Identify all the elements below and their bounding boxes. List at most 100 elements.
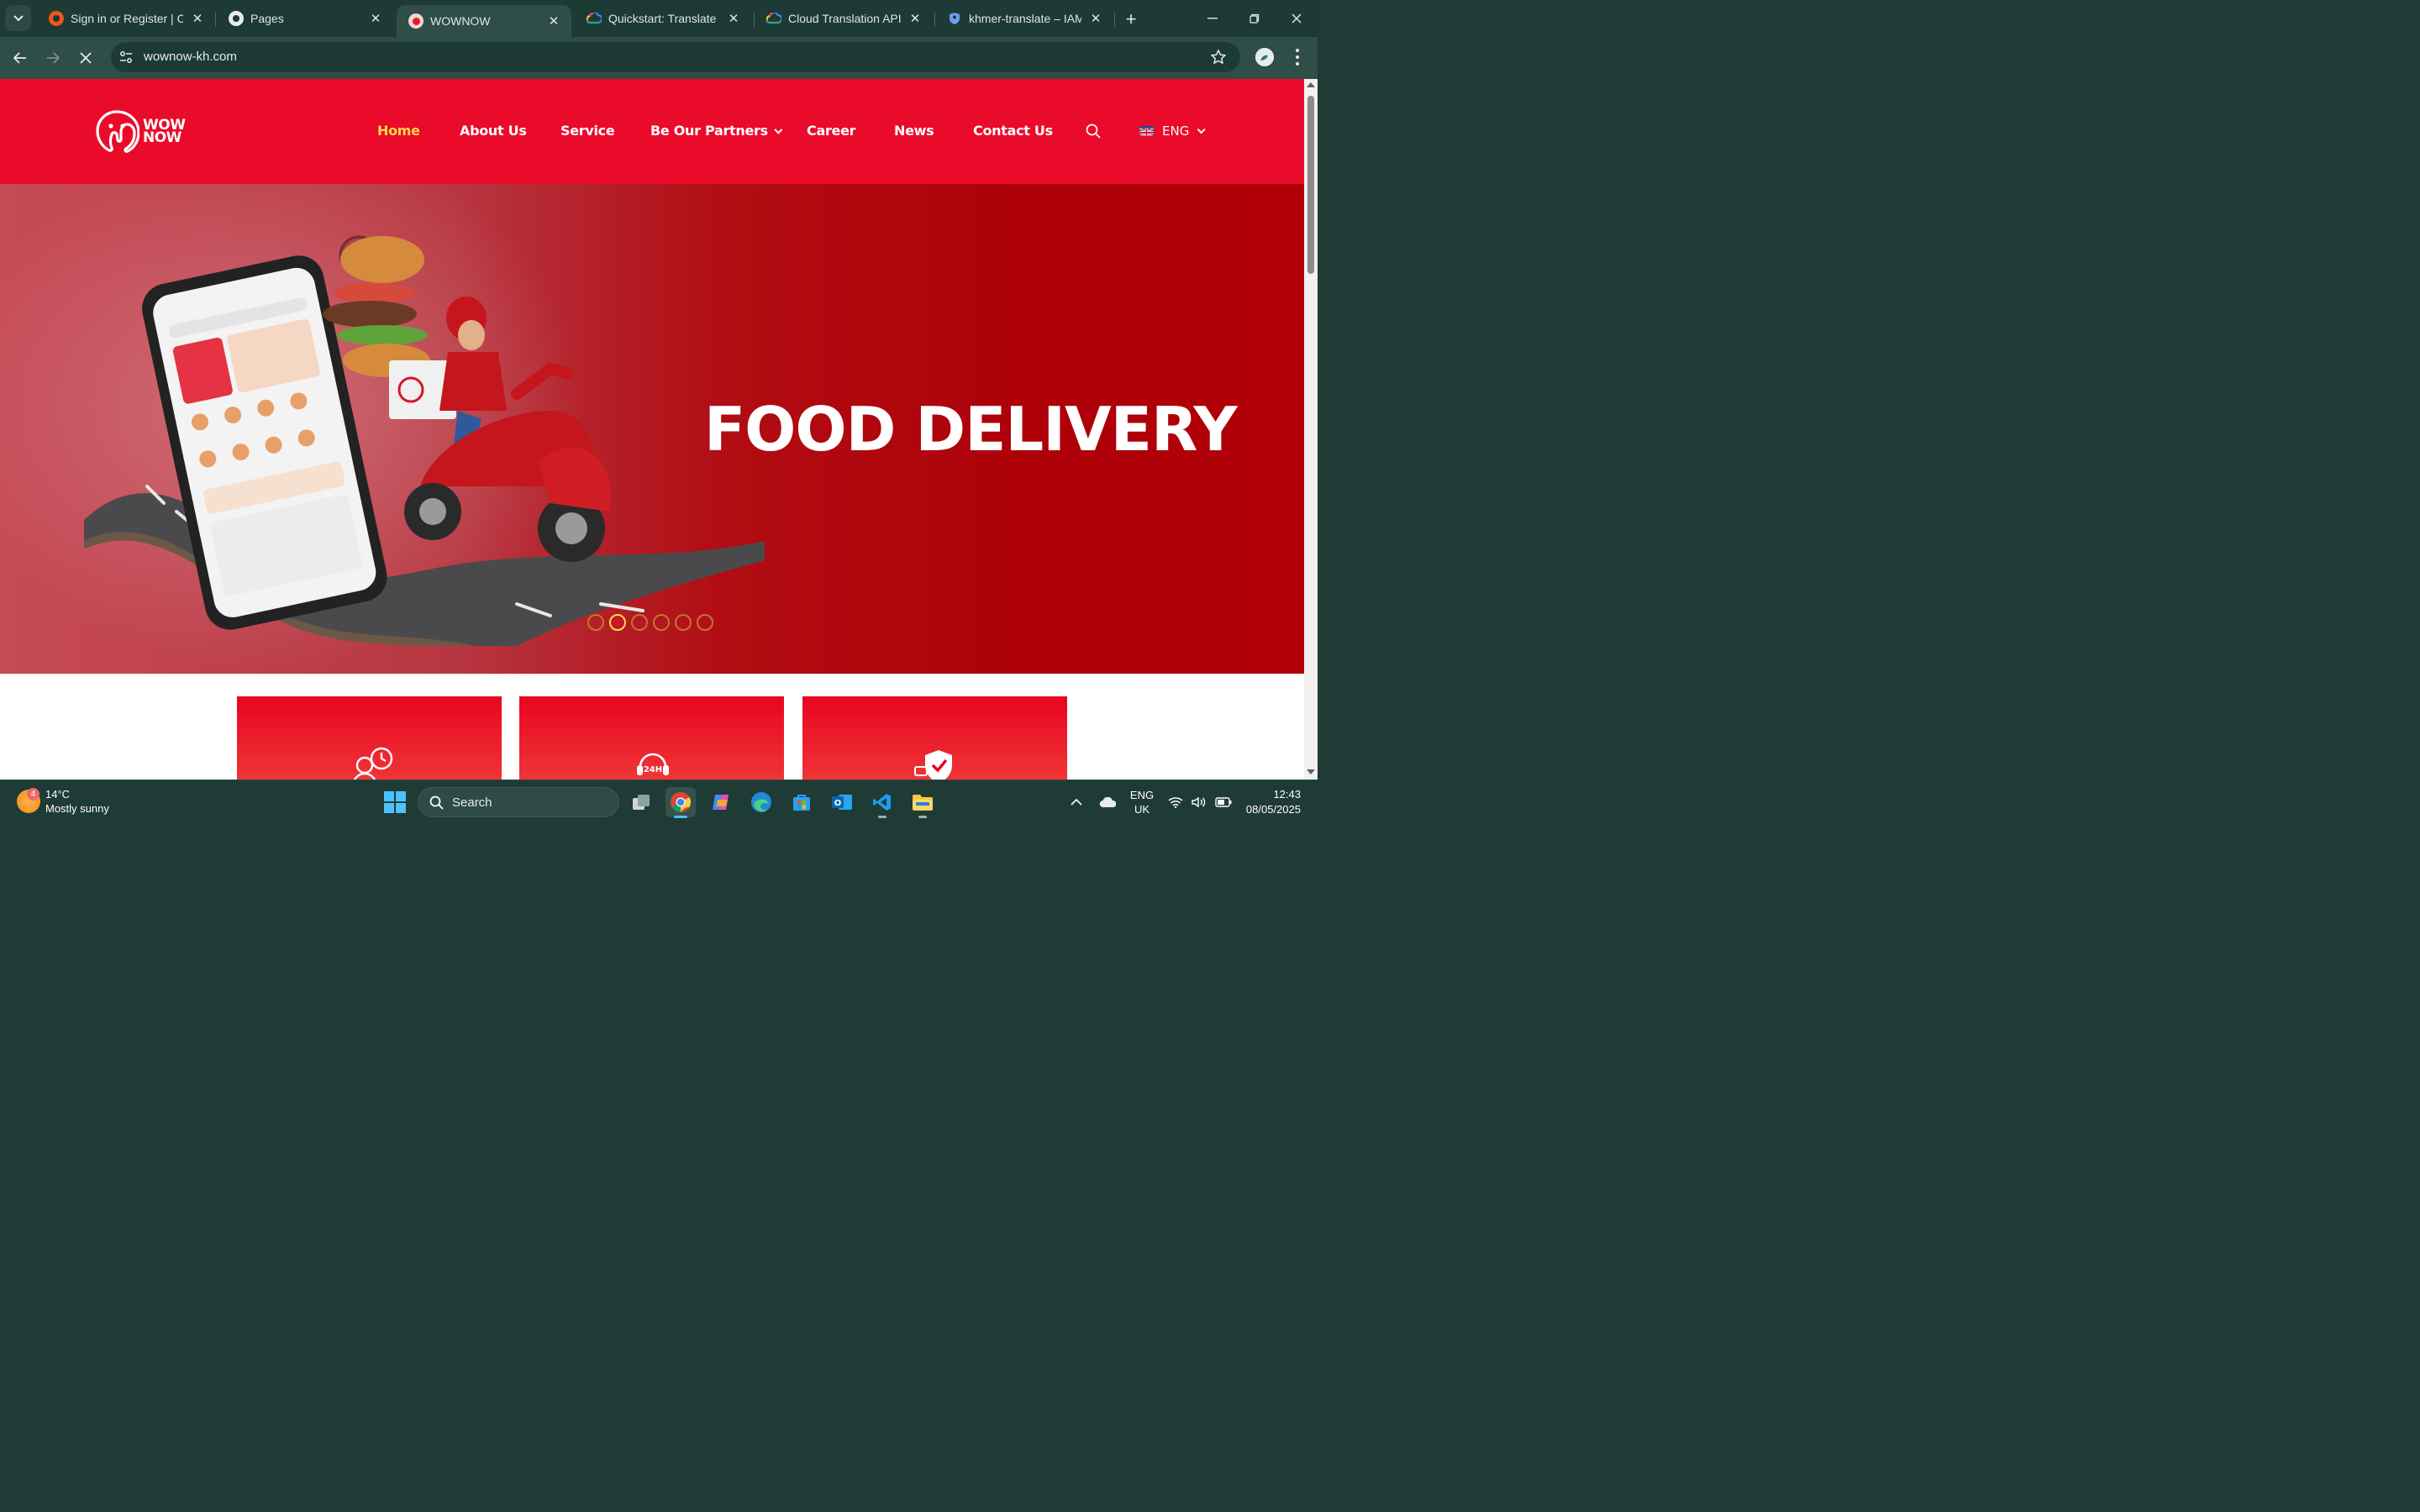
nav-home[interactable]: Home [377, 123, 420, 139]
nav-contact-us[interactable]: Contact Us [973, 123, 1053, 139]
scroll-down-arrow-icon[interactable] [1307, 769, 1315, 774]
close-tab-icon[interactable]: ✕ [908, 11, 923, 26]
vscode-icon [873, 794, 891, 811]
arrow-left-icon [13, 52, 26, 64]
google-cloud-icon [766, 11, 781, 26]
tab-khmer-translate-iam[interactable]: khmer-translate – IAM & ✕ [935, 5, 1113, 32]
taskbar-search[interactable]: Search [418, 787, 619, 817]
close-icon [1292, 13, 1302, 24]
delivery-person-clock-icon [353, 747, 393, 780]
edge-taskbar-app[interactable] [746, 787, 776, 817]
slider-dot[interactable] [675, 614, 692, 631]
system-tray-status[interactable] [1168, 780, 1232, 824]
close-tab-icon[interactable]: ✕ [726, 11, 741, 26]
nav-career[interactable]: Career [807, 123, 856, 139]
new-tab-button[interactable]: + [1121, 8, 1141, 30]
feature-card[interactable]: 24H [519, 696, 784, 780]
slider-dot[interactable] [653, 614, 670, 631]
taskbar-search-label: Search [452, 795, 492, 810]
browser-menu-button[interactable] [1289, 47, 1306, 67]
close-tab-icon[interactable]: ✕ [1088, 11, 1103, 26]
folder-icon [913, 795, 933, 811]
search-icon[interactable] [1086, 123, 1101, 139]
feature-card[interactable] [802, 696, 1067, 780]
stop-loading-button[interactable] [72, 45, 99, 71]
slider-dot[interactable] [587, 614, 604, 631]
feature-card[interactable] [237, 696, 502, 780]
nav-about-us[interactable]: About Us [460, 123, 527, 139]
vscode-taskbar-app[interactable] [867, 787, 897, 818]
support-24h-icon: 24H [637, 753, 669, 775]
page-scrollbar[interactable] [1304, 79, 1318, 780]
tab-strip: Sign in or Register | Coc ✕ Pages ✕ WOWN… [0, 0, 1318, 37]
input-language-bottom: UK [1134, 803, 1150, 816]
file-explorer-taskbar-app[interactable] [908, 787, 938, 818]
site-info-icon[interactable] [118, 49, 134, 66]
copilot-icon [713, 795, 729, 810]
slider-dot-active[interactable] [609, 614, 626, 631]
system-clock[interactable]: 12:43 08/05/2025 [1242, 787, 1301, 817]
wownow-logo[interactable]: WOW NOW [94, 109, 195, 155]
restore-button[interactable] [1235, 7, 1274, 30]
nav-be-our-partners-label: Be Our Partners [650, 123, 768, 139]
weather-widget[interactable]: 4 14°C Mostly sunny [17, 787, 109, 816]
restore-icon [1249, 13, 1260, 24]
language-selector[interactable]: ENG [1139, 123, 1206, 139]
search-icon [429, 795, 444, 810]
tab-title: Quickstart: Translate tex [608, 12, 719, 25]
nav-be-our-partners[interactable]: Be Our Partners [650, 123, 783, 139]
onedrive-tray[interactable] [1099, 780, 1116, 824]
close-tab-icon[interactable]: ✕ [546, 13, 561, 29]
minimize-button[interactable] [1193, 7, 1232, 30]
slider-dot[interactable] [697, 614, 713, 631]
logo-wordmark: WOW NOW [143, 118, 186, 145]
slider-dot[interactable] [631, 614, 648, 631]
elephant-logo-icon [96, 110, 139, 153]
chrome-icon [671, 792, 691, 812]
microsoft-store-taskbar-app[interactable] [786, 787, 817, 817]
nav-news[interactable]: News [894, 123, 934, 139]
back-button[interactable] [7, 45, 34, 71]
close-tab-icon[interactable]: ✕ [368, 11, 383, 26]
notification-badge: 4 [27, 788, 39, 801]
wownow-icon [408, 13, 424, 29]
shield-icon [947, 11, 962, 26]
copilot-taskbar-app[interactable] [706, 787, 736, 817]
tab-search-button[interactable] [5, 5, 31, 31]
url-text[interactable]: wownow-kh.com [144, 50, 237, 64]
task-view-button[interactable] [626, 787, 656, 817]
tab-title: khmer-translate – IAM & [969, 12, 1081, 25]
tab-github-pages[interactable]: Pages ✕ [217, 5, 393, 32]
battery-icon [1215, 797, 1232, 807]
show-hidden-icons-button[interactable] [1071, 780, 1082, 824]
start-button[interactable] [384, 791, 406, 813]
input-language-indicator[interactable]: ENG UK [1129, 780, 1155, 824]
cloud-icon [1099, 796, 1116, 807]
open-app-indicator [918, 816, 927, 818]
active-app-indicator [674, 816, 687, 818]
clock-date: 08/05/2025 [1245, 803, 1301, 816]
tab-codecademy[interactable]: Sign in or Register | Coc ✕ [37, 5, 215, 32]
chrome-taskbar-app[interactable] [666, 787, 696, 818]
tab-separator [1114, 12, 1115, 27]
scrollbar-thumb[interactable] [1307, 96, 1314, 274]
bookmark-star-icon[interactable] [1210, 49, 1227, 66]
forward-button[interactable] [39, 45, 66, 71]
close-window-button[interactable] [1277, 7, 1316, 30]
address-bar[interactable]: wownow-kh.com [111, 42, 1240, 72]
close-tab-icon[interactable]: ✕ [190, 11, 205, 26]
uk-flag-icon [1139, 126, 1154, 136]
scroll-up-arrow-icon[interactable] [1307, 82, 1315, 87]
tab-cloud-translation[interactable]: Cloud Translation API | ✕ [755, 5, 933, 32]
outlook-taskbar-app[interactable]: O [827, 787, 857, 817]
tab-quickstart[interactable]: Quickstart: Translate tex ✕ [575, 5, 751, 32]
nav-service[interactable]: Service [560, 123, 615, 139]
input-language-top: ENG [1129, 789, 1155, 801]
profile-avatar[interactable] [1255, 48, 1274, 66]
food-delivery-illustration [84, 235, 765, 646]
tab-wownow[interactable]: WOWNOW ✕ [397, 5, 571, 37]
language-label: ENG [1162, 123, 1190, 139]
features-section: 24H [0, 674, 1304, 780]
task-view-icon [633, 795, 650, 810]
site-header: WOW NOW Home About Us Service Be Our Par… [0, 79, 1304, 184]
